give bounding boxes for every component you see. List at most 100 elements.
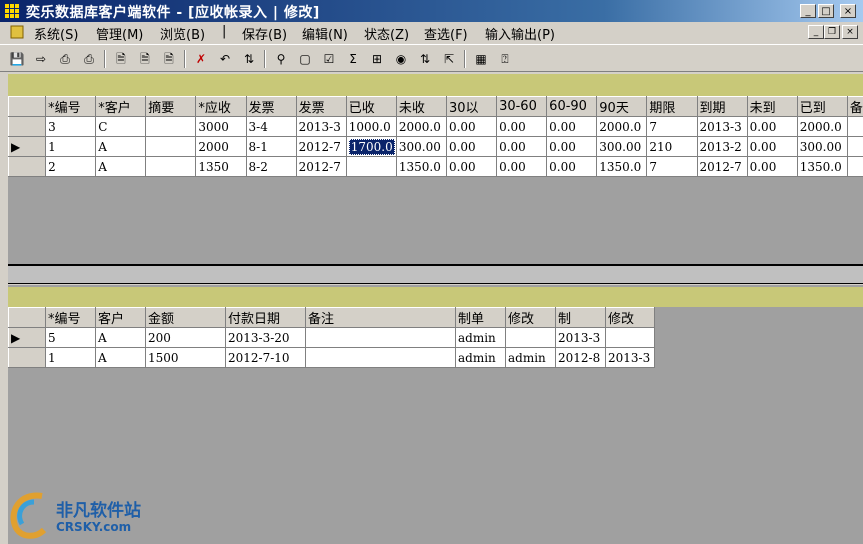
cell-30-60[interactable]: 0.00 — [496, 116, 548, 137]
column-header[interactable]: 备 — [846, 96, 863, 117]
cell-id[interactable]: 1 — [45, 347, 96, 368]
cell-invoice-no[interactable]: 3-4 — [245, 116, 297, 137]
sum-icon[interactable]: Σ — [344, 50, 362, 68]
calc-icon[interactable]: ⊞ — [368, 50, 386, 68]
cell-remark[interactable] — [846, 136, 863, 157]
column-header[interactable]: 期限 — [646, 96, 698, 117]
cell-receivable[interactable]: 2000 — [195, 136, 247, 157]
table-row[interactable]: 1 A 1500 2012-7-10 admin admin 2012-8 20… — [8, 347, 655, 368]
cell-term[interactable]: 7 — [646, 116, 698, 137]
cell-received[interactable]: 1000.0 — [345, 116, 397, 137]
cell-payment-date[interactable]: 2013-3-20 — [225, 327, 306, 348]
mdi-close-button[interactable]: × — [842, 25, 858, 39]
cell-overdue[interactable]: 300.00 — [796, 136, 848, 157]
cell-unreceived[interactable]: 300.00 — [395, 136, 447, 157]
undo-icon[interactable]: ↶ — [216, 50, 234, 68]
column-header[interactable]: 30以 — [445, 96, 498, 117]
cell-modified[interactable] — [605, 327, 655, 348]
save-icon[interactable]: 💾 — [8, 50, 26, 68]
column-header[interactable]: 到期 — [696, 96, 748, 117]
cell-id[interactable]: 1 — [45, 136, 97, 157]
column-header[interactable]: *编号 — [45, 307, 96, 328]
column-header[interactable]: *编号 — [45, 96, 97, 117]
menu-save[interactable]: 保存(B) — [242, 24, 287, 43]
cell-created[interactable]: 2013-3 — [555, 327, 606, 348]
cell-receivable[interactable]: 1350 — [195, 156, 247, 177]
splitter-bar[interactable] — [8, 264, 863, 284]
cell-creator[interactable]: admin — [455, 327, 506, 348]
mdi-restore-button[interactable]: ❐ — [824, 25, 840, 39]
cell-modifier[interactable]: admin — [505, 347, 556, 368]
cell-due[interactable]: 2012-7 — [696, 156, 748, 177]
cell-remark[interactable] — [305, 347, 456, 368]
menu-system[interactable]: 系统(S) — [34, 24, 78, 43]
cell-summary[interactable] — [145, 116, 197, 137]
cell-under-30[interactable]: 0.00 — [445, 116, 498, 137]
filter-icon[interactable]: ▦ — [472, 50, 490, 68]
paste-doc-icon[interactable]: 🗎 — [160, 50, 178, 68]
cell-60-90[interactable]: 0.00 — [546, 156, 598, 177]
exit-icon[interactable]: ⇨ — [32, 50, 50, 68]
menu-browse[interactable]: 浏览(B) — [160, 24, 205, 43]
cell-creator[interactable]: admin — [455, 347, 506, 368]
cell-term[interactable]: 210 — [646, 136, 698, 157]
cell-invoice-no[interactable]: 8-2 — [245, 156, 297, 177]
column-header[interactable]: *客户 — [95, 96, 147, 117]
cell-60-90[interactable]: 0.00 — [546, 116, 598, 137]
selected-cell-value[interactable]: 1700.0 — [348, 138, 395, 155]
cell-customer[interactable]: A — [95, 347, 146, 368]
cell-customer[interactable]: A — [95, 156, 147, 177]
column-header[interactable]: 备注 — [305, 307, 456, 328]
row-indicator[interactable]: ▶ — [8, 136, 47, 157]
cell-overdue[interactable]: 1350.0 — [796, 156, 848, 177]
cell-term[interactable]: 7 — [646, 156, 698, 177]
column-header[interactable]: 90天 — [596, 96, 648, 117]
column-header[interactable]: 金额 — [145, 307, 226, 328]
column-header[interactable]: 客户 — [95, 307, 146, 328]
column-header[interactable]: 制单 — [455, 307, 506, 328]
find-icon[interactable]: ⚲ — [272, 50, 290, 68]
delete-icon[interactable]: ✗ — [192, 50, 210, 68]
window-icon[interactable]: ▢ — [296, 50, 314, 68]
cell-created[interactable]: 2012-8 — [555, 347, 606, 368]
cell-summary[interactable] — [145, 136, 197, 157]
column-header[interactable]: 发票 — [245, 96, 297, 117]
column-header[interactable]: 制 — [555, 307, 606, 328]
cell-30-60[interactable]: 0.00 — [496, 156, 548, 177]
cell-unreceived[interactable]: 2000.0 — [395, 116, 447, 137]
cell-invoice-date[interactable]: 2012-7 — [295, 136, 347, 157]
print-icon[interactable]: ⎙ — [56, 50, 74, 68]
cell-due[interactable]: 2013-2 — [696, 136, 748, 157]
column-header[interactable]: 已收 — [345, 96, 397, 117]
column-header[interactable]: 已到 — [796, 96, 848, 117]
column-header[interactable]: 摘要 — [145, 96, 197, 117]
menu-edit[interactable]: 编辑(N) — [302, 24, 348, 43]
cell-due[interactable]: 2013-3 — [696, 116, 748, 137]
minimize-button[interactable]: _ — [800, 4, 816, 18]
table-row[interactable]: 2 A 1350 8-2 2012-7 1350.0 0.00 0.00 0.0… — [8, 156, 863, 177]
cell-summary[interactable] — [145, 156, 197, 177]
refresh-icon[interactable]: ⇅ — [240, 50, 258, 68]
sort-icon[interactable]: ⇅ — [416, 50, 434, 68]
cell-60-90[interactable]: 0.00 — [546, 136, 598, 157]
menu-search[interactable]: 查选(F) — [424, 24, 468, 43]
cell-overdue[interactable]: 2000.0 — [796, 116, 848, 137]
row-indicator[interactable]: ▶ — [8, 327, 46, 348]
column-header[interactable]: 未收 — [395, 96, 447, 117]
cell-remark[interactable] — [305, 327, 456, 348]
mdi-minimize-button[interactable]: _ — [808, 25, 824, 39]
receivables-grid[interactable]: *编号 *客户 摘要 *应收 发票 发票 已收 未收 30以 30-60 60-… — [8, 96, 863, 177]
cell-id[interactable]: 2 — [45, 156, 97, 177]
cell-payment-date[interactable]: 2012-7-10 — [225, 347, 306, 368]
table-row[interactable]: ▶ 5 A 200 2013-3-20 admin 2013-3 — [8, 327, 655, 348]
menu-manage[interactable]: 管理(M) — [96, 24, 143, 43]
help-icon[interactable]: ⍰ — [496, 50, 514, 68]
menu-status[interactable]: 状态(Z) — [364, 24, 409, 43]
cell-id[interactable]: 3 — [45, 116, 97, 137]
row-indicator[interactable] — [8, 116, 47, 137]
column-header[interactable]: 修改 — [605, 307, 655, 328]
column-header[interactable]: *应收 — [195, 96, 247, 117]
maximize-button[interactable]: □ — [818, 4, 834, 18]
cell-customer[interactable]: C — [95, 116, 147, 137]
cell-not-due[interactable]: 0.00 — [746, 136, 798, 157]
